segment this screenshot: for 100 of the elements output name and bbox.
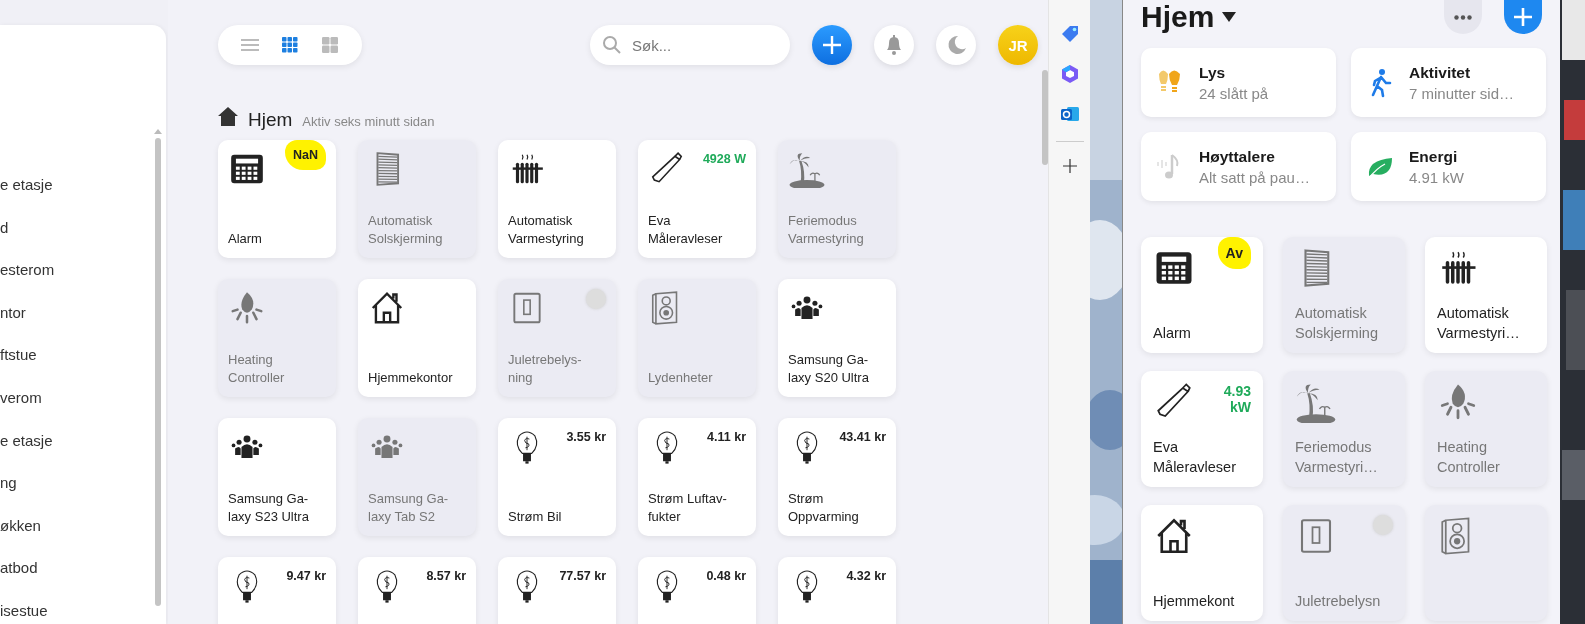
tile-name: Eva Måleravleser xyxy=(648,212,724,248)
palm-tree-icon xyxy=(788,150,826,188)
sidebar-item[interactable]: isestue xyxy=(0,600,166,624)
tile-name: Heating Controller xyxy=(228,351,286,387)
device-tile[interactable]: Juletrebelysn xyxy=(1283,505,1405,621)
summary-card[interactable]: Lys 24 slått på xyxy=(1141,48,1336,117)
add-button[interactable] xyxy=(1504,0,1542,34)
device-tile[interactable]: Heating Controller xyxy=(218,279,336,397)
device-tile[interactable]: Feriemodus Varmestyri… xyxy=(1283,371,1405,487)
tile-name: Samsung Ga- laxy Tab S2 xyxy=(368,490,450,526)
tile-value: 0.48 kr xyxy=(706,568,746,583)
device-tile[interactable]: Automatisk Varmestyri… xyxy=(1425,237,1547,353)
device-tile[interactable]: Samsung Ga- laxy Tab S2 xyxy=(358,418,476,536)
device-tile[interactable]: Samsung Ga- laxy S20 Ultra xyxy=(778,279,896,397)
room-status: Aktiv seks minutt sidan xyxy=(302,114,435,129)
ring-icon[interactable] xyxy=(1059,64,1080,84)
device-tile[interactable]: NaN Alarm xyxy=(218,140,336,258)
tile-value: 4.11 kr xyxy=(707,429,746,444)
device-tile[interactable]: Feriemodus Varmestyring xyxy=(778,140,896,258)
device-tile[interactable]: Heating Controller xyxy=(1425,371,1547,487)
scrollbar-thumb[interactable] xyxy=(1042,70,1048,165)
add-button[interactable] xyxy=(812,25,852,65)
more-icon xyxy=(1454,14,1472,20)
tile-name: Automatisk Varmestyri… xyxy=(1437,304,1521,343)
sidebar-item[interactable]: ftstue xyxy=(0,345,166,388)
sidebar-item[interactable]: atbod xyxy=(0,558,166,601)
sidebar-item[interactable]: verom xyxy=(0,387,166,431)
sidebar-item[interactable]: ng xyxy=(0,473,166,516)
caret-down-icon[interactable] xyxy=(1222,12,1237,22)
home-title[interactable]: Hjem xyxy=(1141,1,1215,33)
tile-name: Automatisk Solskjerming xyxy=(368,212,444,248)
tile-value: 8.57 kr xyxy=(426,568,466,583)
device-tile[interactable]: 4.93 kW Eva Måleravleser xyxy=(1141,371,1263,487)
device-tile[interactable]: 8.57 kr xyxy=(358,557,476,624)
plus-icon xyxy=(822,35,842,55)
sidebar-item[interactable]: esterom xyxy=(0,260,166,303)
sidebar-item[interactable]: e etasje xyxy=(0,430,166,474)
plus-icon[interactable] xyxy=(1062,159,1077,173)
scroll-up-icon[interactable] xyxy=(154,129,162,134)
device-tile[interactable]: Juletrebelys- ning xyxy=(498,279,616,397)
device-tile[interactable]: Hjemmekontor xyxy=(358,279,476,397)
tile-value: 4.93 kW xyxy=(1222,382,1251,415)
search-field[interactable]: Søk... xyxy=(590,25,790,65)
device-tile[interactable]: 4.11 kr Strøm Luftav- fukter xyxy=(638,418,756,536)
device-tile[interactable]: 9.47 kr xyxy=(218,557,336,624)
tile-name: Automatisk Varmestyring xyxy=(508,212,585,248)
theme-button[interactable] xyxy=(936,25,976,65)
tile-name: Strøm Bil xyxy=(508,508,563,526)
tile-name: Samsung Ga- laxy S20 Ultra xyxy=(788,351,870,387)
tile-value: 9.47 kr xyxy=(286,568,326,583)
device-tile[interactable]: Automatisk Varmestyring xyxy=(498,140,616,258)
sidebar-item[interactable]: økken xyxy=(0,515,166,559)
device-tile[interactable]: Automatisk Solskjerming xyxy=(358,140,476,258)
tile-name: Heating Controller xyxy=(1437,438,1501,477)
sidebar-item[interactable]: d xyxy=(0,217,166,261)
tile-value: 43.41 kr xyxy=(839,429,886,444)
summary-card[interactable]: Energi 4.91 kW xyxy=(1351,132,1546,201)
summary-title: Energi xyxy=(1409,147,1459,166)
notifications-button[interactable] xyxy=(874,25,914,65)
device-tile[interactable]: 77.57 kr xyxy=(498,557,616,624)
list-icon xyxy=(241,38,259,52)
device-tile[interactable]: Samsung Ga- laxy S23 Ultra xyxy=(218,418,336,536)
tile-name: Eva Måleravleser xyxy=(1153,438,1237,477)
device-tile[interactable]: Automatisk Solskjerming xyxy=(1283,237,1405,353)
tile-value: 4.32 kr xyxy=(846,568,886,583)
mail-icon[interactable] xyxy=(1059,104,1080,124)
tile-name: Feriemodus Varmestyri… xyxy=(1295,438,1379,477)
device-tile[interactable]: Hjemmekont xyxy=(1141,505,1263,621)
device-tile[interactable]: 4.32 kr xyxy=(778,557,896,624)
tile-name: Alarm xyxy=(228,230,263,248)
summary-card[interactable]: Aktivitet 7 minutter sid… xyxy=(1351,48,1546,117)
tiles-icon xyxy=(322,37,338,53)
summary-status: Alt satt på pau… xyxy=(1199,168,1310,186)
home-icon xyxy=(218,107,238,126)
device-tile[interactable]: 43.41 kr Strøm Oppvarming xyxy=(778,418,896,536)
grid-icon xyxy=(282,37,298,53)
search-icon xyxy=(602,35,622,55)
tile-name: Juletrebelysn xyxy=(1295,592,1382,611)
tile-name: Alarm xyxy=(1153,324,1192,343)
tile-value: 4928 W xyxy=(702,151,746,166)
more-button[interactable] xyxy=(1444,0,1482,34)
device-tile[interactable] xyxy=(1425,505,1547,621)
tile-name: Lydenheter xyxy=(648,369,714,387)
sidebar-item[interactable]: ntor xyxy=(0,302,166,346)
bell-icon xyxy=(884,34,904,56)
device-tile[interactable]: 0.48 kr xyxy=(638,557,756,624)
tile-value: Av xyxy=(1217,237,1251,269)
sidebar-item[interactable]: e etasje xyxy=(0,175,166,218)
summary-card[interactable]: Høyttalere Alt satt på pau… xyxy=(1141,132,1336,201)
scrollbar-thumb[interactable] xyxy=(155,138,161,606)
device-tile[interactable]: 3.55 kr Strøm Bil xyxy=(498,418,616,536)
summary-status: 4.91 kW xyxy=(1409,168,1465,186)
tile-name: Hjemmekont xyxy=(1153,592,1236,611)
tile-name: Strøm Oppvarming xyxy=(788,490,860,526)
device-tile[interactable]: 4928 W Eva Måleravleser xyxy=(638,140,756,258)
tile-value: NaN xyxy=(285,140,326,170)
device-tile[interactable]: Lydenheter xyxy=(638,279,756,397)
tile-name: Automatisk Solskjerming xyxy=(1295,304,1379,343)
device-tile[interactable]: Av Alarm xyxy=(1141,237,1263,353)
summary-title: Aktivitet xyxy=(1409,63,1472,82)
